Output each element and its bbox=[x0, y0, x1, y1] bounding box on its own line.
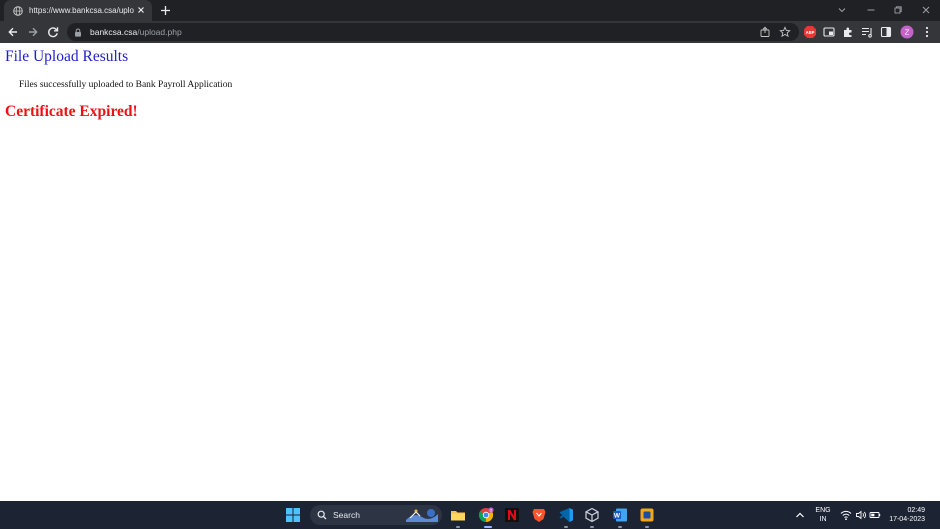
address-bar[interactable]: bankcsa.csa/upload.php bbox=[67, 23, 799, 41]
browser-tab-strip: https://www.bankcsa.csa/upload. bbox=[0, 0, 940, 21]
virtualbox-running-indicator bbox=[645, 526, 649, 528]
file-explorer-icon[interactable] bbox=[450, 507, 466, 523]
search-icon bbox=[317, 510, 327, 520]
word-icon[interactable]: W bbox=[612, 507, 628, 523]
share-icon[interactable] bbox=[759, 26, 771, 38]
new-tab-plus-icon[interactable] bbox=[159, 4, 172, 17]
windows-start-icon[interactable] bbox=[285, 507, 301, 523]
3d-box-running-indicator bbox=[590, 526, 594, 528]
search-highlight-illustration-icon bbox=[404, 506, 440, 524]
adblock-extension-icon[interactable]: ABP bbox=[803, 25, 817, 39]
web-page-content: File Upload Results Files successfully u… bbox=[0, 43, 940, 501]
extensions-puzzle-icon[interactable] bbox=[841, 25, 855, 39]
menu-kebab-icon[interactable] bbox=[920, 25, 934, 39]
close-window-icon[interactable] bbox=[920, 4, 932, 16]
profile-initial: Z bbox=[905, 28, 910, 37]
clock-time: 02:49 bbox=[907, 507, 925, 514]
language-label: ENG bbox=[815, 507, 831, 514]
windows-taskbar: Search 2 W ENG IN 02:49 17-04-2023 bbox=[0, 501, 940, 529]
upload-success-message: Files successfully uploaded to Bank Payr… bbox=[19, 80, 233, 90]
svg-text:W: W bbox=[614, 513, 621, 520]
browser-tab[interactable]: https://www.bankcsa.csa/upload. bbox=[4, 0, 152, 21]
page-title: File Upload Results bbox=[5, 48, 129, 65]
vscode-icon[interactable] bbox=[558, 507, 574, 523]
forward-arrow-icon[interactable] bbox=[26, 25, 40, 39]
tab-close-icon[interactable] bbox=[136, 5, 146, 15]
netflix-icon[interactable] bbox=[504, 507, 520, 523]
media-queue-icon[interactable] bbox=[860, 25, 874, 39]
chrome-icon[interactable]: 2 bbox=[478, 507, 494, 523]
tab-search-chevron-icon[interactable] bbox=[836, 4, 848, 16]
browser-toolbar: bankcsa.csa/upload.php ABP Z bbox=[0, 21, 940, 43]
battery-icon[interactable] bbox=[869, 507, 881, 523]
search-label: Search bbox=[333, 510, 360, 520]
word-running-indicator bbox=[618, 526, 622, 528]
url-path: /upload.php bbox=[137, 27, 182, 37]
url-host: bankcsa.csa bbox=[90, 27, 138, 37]
bookmark-star-icon[interactable] bbox=[779, 26, 791, 38]
input-language-indicator[interactable]: ENG IN bbox=[812, 506, 834, 524]
brave-browser-icon[interactable] bbox=[531, 507, 547, 523]
clock-date: 17-04-2023 bbox=[889, 516, 925, 523]
chrome-active-indicator bbox=[484, 526, 492, 528]
3d-box-app-icon[interactable] bbox=[584, 507, 600, 523]
lock-icon[interactable] bbox=[74, 28, 82, 37]
show-hidden-icons-chevron-icon[interactable] bbox=[792, 507, 808, 523]
profile-avatar[interactable]: Z bbox=[900, 25, 914, 39]
url-text: bankcsa.csa/upload.php bbox=[90, 27, 182, 37]
reload-icon[interactable] bbox=[46, 25, 60, 39]
certificate-expired-alert: Certificate Expired! bbox=[5, 103, 138, 120]
volume-icon[interactable] bbox=[855, 507, 867, 523]
tab-title: https://www.bankcsa.csa/upload. bbox=[29, 6, 134, 15]
restore-icon[interactable] bbox=[892, 4, 904, 16]
taskbar-search-box[interactable]: Search bbox=[310, 505, 442, 525]
globe-icon bbox=[13, 5, 23, 16]
clock[interactable]: 02:49 17-04-2023 bbox=[885, 506, 925, 524]
back-arrow-icon[interactable] bbox=[6, 25, 20, 39]
vscode-running-indicator bbox=[564, 526, 568, 528]
adblock-label: ABP bbox=[806, 30, 815, 35]
minimize-icon[interactable] bbox=[865, 4, 877, 16]
virtualbox-icon[interactable] bbox=[639, 507, 655, 523]
side-panel-icon[interactable] bbox=[879, 25, 893, 39]
wifi-icon[interactable] bbox=[840, 507, 852, 523]
file-explorer-running-indicator bbox=[456, 526, 460, 528]
picture-in-picture-extension-icon[interactable] bbox=[822, 25, 836, 39]
region-label: IN bbox=[819, 516, 827, 523]
